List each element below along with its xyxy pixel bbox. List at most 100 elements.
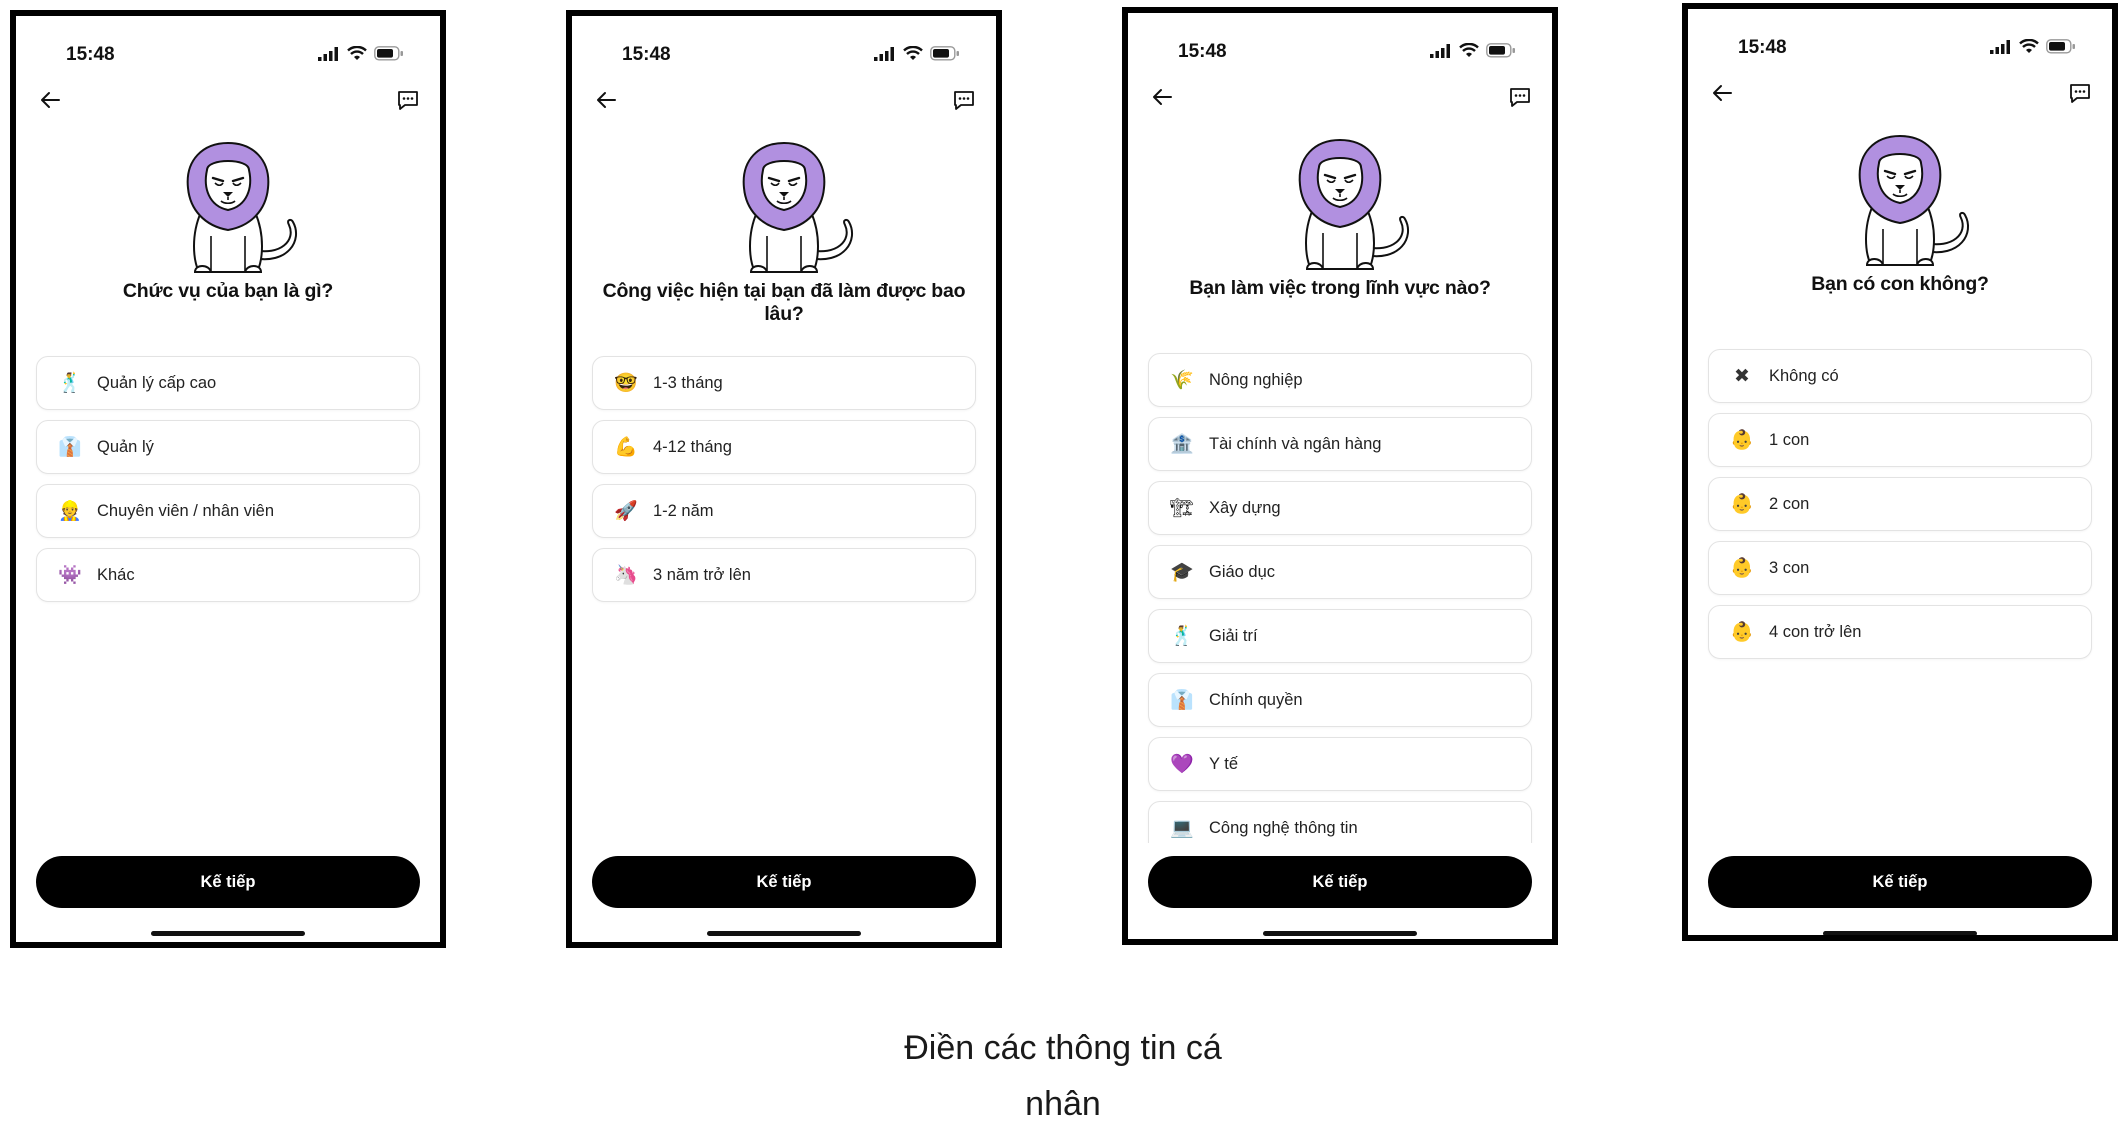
option-item[interactable]: 👔 Chính quyền bbox=[1148, 673, 1532, 727]
battery-icon bbox=[374, 46, 403, 61]
battery-icon bbox=[2046, 39, 2075, 54]
option-item[interactable]: 👶 3 con bbox=[1708, 541, 2092, 595]
status-bar: 15:48 bbox=[1128, 39, 1552, 67]
next-button[interactable]: Kế tiếp bbox=[1708, 856, 2092, 908]
question-title: Công việc hiện tại bạn đã làm được bao l… bbox=[602, 280, 966, 325]
option-item[interactable]: 🌾 Nông nghiệp bbox=[1148, 353, 1532, 407]
option-label: 4-12 tháng bbox=[653, 437, 732, 456]
signal-icon bbox=[318, 46, 338, 61]
option-list: 🌾 Nông nghiệp 🏦 Tài chính và ngân hàng 🏗 Xâ… bbox=[1148, 353, 1532, 865]
option-label: Xây dựng bbox=[1209, 498, 1281, 517]
option-label: Quản lý cấp cao bbox=[97, 373, 217, 392]
rocket-icon: 🚀 bbox=[614, 499, 638, 522]
phone-screen-3: 15:48 Bạn làm việc trong lĩnh vực nào? 🌾… bbox=[1122, 7, 1558, 945]
option-item[interactable]: 👶 2 con bbox=[1708, 477, 2092, 531]
back-button[interactable] bbox=[1704, 75, 1740, 111]
battery-icon bbox=[1486, 43, 1515, 58]
dancer-icon: 🕺 bbox=[58, 371, 82, 394]
option-label: Khác bbox=[97, 565, 135, 584]
option-item[interactable]: 🤓 1-3 tháng bbox=[592, 356, 976, 410]
option-label: Quản lý bbox=[97, 437, 154, 456]
option-label: Tài chính và ngân hàng bbox=[1209, 434, 1382, 453]
flexed-biceps-icon: 💪 bbox=[614, 435, 638, 458]
next-button[interactable]: Kế tiếp bbox=[592, 856, 976, 908]
back-button[interactable] bbox=[588, 82, 624, 118]
arrow-left-icon bbox=[41, 92, 60, 108]
status-bar: 15:48 bbox=[16, 42, 440, 70]
status-time: 15:48 bbox=[622, 44, 671, 65]
option-label: 4 con trở lên bbox=[1769, 622, 1862, 641]
home-indicator bbox=[151, 931, 305, 936]
option-label: 1 con bbox=[1769, 430, 1810, 449]
option-label: 3 con bbox=[1769, 558, 1810, 577]
unicorn-icon: 🦄 bbox=[614, 563, 638, 586]
option-item[interactable]: 👔 Quản lý bbox=[36, 420, 420, 474]
arrow-left-icon bbox=[1153, 89, 1172, 105]
home-indicator bbox=[1823, 931, 1977, 935]
option-item[interactable]: 💪 4-12 tháng bbox=[592, 420, 976, 474]
next-button[interactable]: Kế tiếp bbox=[36, 856, 420, 908]
next-button[interactable]: Kế tiếp bbox=[1148, 856, 1532, 908]
graduation-cap-icon: 🎓 bbox=[1170, 560, 1194, 583]
status-time: 15:48 bbox=[66, 44, 115, 65]
option-item[interactable]: 🏦 Tài chính và ngân hàng bbox=[1148, 417, 1532, 471]
baby-icon: 👶 bbox=[1730, 428, 1754, 451]
option-item[interactable]: 🕺 Quản lý cấp cao bbox=[36, 356, 420, 410]
laptop-icon: 💻 bbox=[1170, 816, 1194, 839]
option-label: Công nghệ thông tin bbox=[1209, 818, 1358, 837]
lion-mascot bbox=[1298, 138, 1410, 270]
rice-icon: 🌾 bbox=[1170, 368, 1194, 391]
baby-icon: 👶 bbox=[1730, 556, 1754, 579]
back-button[interactable] bbox=[1144, 79, 1180, 115]
option-item[interactable]: 🚀 1-2 năm bbox=[592, 484, 976, 538]
status-time: 15:48 bbox=[1178, 41, 1227, 62]
signal-icon bbox=[874, 46, 894, 61]
chat-icon bbox=[2070, 84, 2090, 103]
cross-icon: ✖ bbox=[1734, 364, 1750, 387]
option-item[interactable]: 👷 Chuyên viên / nhân viên bbox=[36, 484, 420, 538]
option-item[interactable]: 🦄 3 năm trở lên bbox=[592, 548, 976, 602]
phone-screen-4: 15:48 Bạn có con không? ✖ Không có 👶 1 con… bbox=[1682, 3, 2118, 941]
option-item[interactable]: 👶 1 con bbox=[1708, 413, 2092, 467]
signal-icon bbox=[1430, 43, 1450, 58]
option-list: ✖ Không có 👶 1 con 👶 2 con 👶 3 con 👶 4 con tr… bbox=[1708, 349, 2092, 669]
option-list: 🕺 Quản lý cấp cao 👔 Quản lý 👷 Chuyên viên /… bbox=[36, 356, 420, 612]
option-item[interactable]: ✖ Không có bbox=[1708, 349, 2092, 403]
chat-button[interactable] bbox=[2062, 75, 2098, 111]
back-button[interactable] bbox=[32, 82, 68, 118]
option-item[interactable]: 🎓 Giáo dục bbox=[1148, 545, 1532, 599]
option-label: 1-2 năm bbox=[653, 501, 714, 520]
dancer-icon: 🕺 bbox=[1170, 624, 1194, 647]
chat-button[interactable] bbox=[390, 82, 426, 118]
option-label: Chính quyền bbox=[1209, 690, 1303, 709]
option-label: 2 con bbox=[1769, 494, 1810, 513]
chat-icon bbox=[954, 91, 974, 110]
caption-line-2: nhân bbox=[1025, 1085, 1101, 1123]
phone-screen-2: 15:48 Công việc hiện tại bạn đã làm được… bbox=[566, 10, 1002, 948]
question-title: Bạn làm việc trong lĩnh vực nào? bbox=[1189, 277, 1491, 299]
option-label: 3 năm trở lên bbox=[653, 565, 751, 584]
wifi-icon bbox=[1459, 43, 1479, 57]
option-item[interactable]: 👾 Khác bbox=[36, 548, 420, 602]
chat-button[interactable] bbox=[1502, 79, 1538, 115]
wifi-icon bbox=[347, 46, 367, 60]
phone-screen-1: 15:48 Chức vụ của bạn là gì? 🕺 Quản lý cấ… bbox=[10, 10, 446, 948]
option-item[interactable]: 💜 Y tế bbox=[1148, 737, 1532, 791]
option-item[interactable]: 🏗 Xây dựng bbox=[1148, 481, 1532, 535]
option-label: Giải trí bbox=[1209, 626, 1258, 645]
chat-icon bbox=[1510, 88, 1530, 107]
worker-icon: 👷 bbox=[58, 499, 82, 522]
wifi-icon bbox=[903, 46, 923, 60]
option-item[interactable]: 🕺 Giải trí bbox=[1148, 609, 1532, 663]
chat-button[interactable] bbox=[946, 82, 982, 118]
caption-line-1: Điền các thông tin cá bbox=[904, 1029, 1222, 1067]
status-bar: 15:48 bbox=[1688, 35, 2112, 63]
purple-heart-icon: 💜 bbox=[1170, 752, 1194, 775]
bank-icon: 🏦 bbox=[1170, 432, 1194, 455]
question-title: Chức vụ của bạn là gì? bbox=[122, 280, 334, 302]
lion-mascot bbox=[742, 141, 854, 273]
option-item[interactable]: 👶 4 con trở lên bbox=[1708, 605, 2092, 659]
status-bar: 15:48 bbox=[572, 42, 996, 70]
nerd-face-icon: 🤓 bbox=[614, 371, 638, 394]
option-label: 1-3 tháng bbox=[653, 373, 723, 392]
